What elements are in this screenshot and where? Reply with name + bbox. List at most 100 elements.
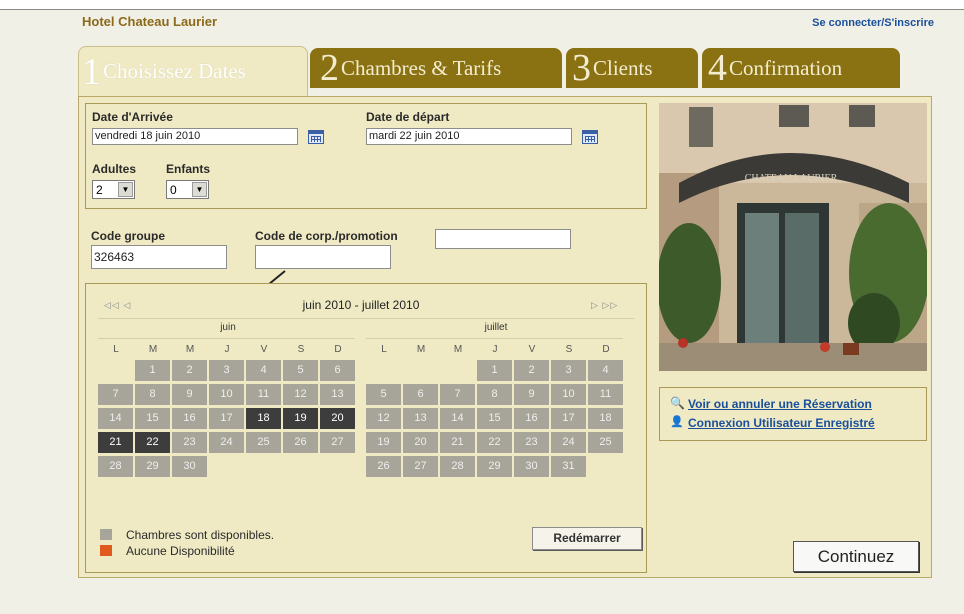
weekday-header: M [416,344,426,355]
calendar-day[interactable]: 4 [246,360,281,381]
tab-confirmation[interactable]: 4 Confirmation [702,48,900,88]
calendar-day[interactable]: 9 [514,384,549,405]
calendar-day[interactable]: 17 [551,408,586,429]
corp-code-label: Code de corp./promotion [255,229,398,243]
magnifier-icon: 🔍 [670,396,685,410]
calendar-day[interactable]: 17 [209,408,244,429]
calendar-day[interactable]: 21 [98,432,133,453]
calendar-day[interactable]: 3 [551,360,586,381]
top-strip [0,0,964,10]
calendar-day[interactable]: 8 [477,384,512,405]
calendar-day[interactable]: 3 [209,360,244,381]
calendar-day[interactable]: 10 [551,384,586,405]
children-select[interactable]: 0 ▼ [166,180,209,199]
calendar-day[interactable]: 5 [283,360,318,381]
calendar-day[interactable]: 26 [283,432,318,453]
calendar-day[interactable]: 31 [551,456,586,477]
calendar-day[interactable]: 24 [551,432,586,453]
calendar-day[interactable]: 25 [246,432,281,453]
calendar-day[interactable]: 5 [366,384,401,405]
arrival-date-field[interactable]: vendredi 18 juin 2010 [92,128,298,145]
tab-rooms-rates[interactable]: 2 Chambres & Tarifs [310,48,562,88]
tab-choose-dates[interactable]: 1 Choisissez Dates [78,46,308,96]
calendar-day[interactable]: 29 [135,456,170,477]
weekday-header: M [453,344,463,355]
arrival-label: Date d'Arrivée [92,110,173,124]
calendar-day[interactable]: 15 [135,408,170,429]
calendar-day[interactable]: 23 [514,432,549,453]
calendar-day[interactable]: 12 [283,384,318,405]
calendar-day[interactable]: 20 [403,432,438,453]
calendar-day[interactable]: 23 [172,432,207,453]
calendar-next-nav[interactable]: ▷ ▷▷ [591,300,618,311]
calendar-day[interactable]: 26 [366,456,401,477]
weekday-header: V [260,344,268,355]
calendar-day[interactable]: 7 [440,384,475,405]
departure-date-field[interactable]: mardi 22 juin 2010 [366,128,572,145]
calendar-day[interactable]: 22 [477,432,512,453]
user-icon: 👤 [670,416,684,428]
calendar-day[interactable]: 2 [514,360,549,381]
calendar-day[interactable]: 13 [320,384,355,405]
calendar-day[interactable]: 9 [172,384,207,405]
calendar-day[interactable]: 12 [366,408,401,429]
calendar-day[interactable]: 13 [403,408,438,429]
month-name: juin [220,322,236,333]
calendar-day[interactable]: 30 [514,456,549,477]
calendar-day[interactable]: 19 [366,432,401,453]
calendar-day[interactable]: 16 [172,408,207,429]
calendar-day[interactable]: 4 [588,360,623,381]
calendar-day[interactable]: 30 [172,456,207,477]
calendar-prev-nav[interactable]: ◁◁ ◁ [104,300,131,311]
restart-button[interactable]: Redémarrer [532,527,642,550]
view-cancel-reservation-link[interactable]: Voir ou annuler une Réservation [688,397,872,411]
calendar-day[interactable]: 18 [588,408,623,429]
weekday-header: J [492,344,498,355]
chevron-down-icon: ▼ [118,182,133,197]
calendar-day[interactable]: 11 [246,384,281,405]
calendar-day[interactable]: 2 [172,360,207,381]
continue-button[interactable]: Continuez [793,541,919,572]
calendar-section: ◁◁ ◁ juin 2010 - juillet 2010 ▷ ▷▷ Chamb… [85,283,647,573]
calendar-day[interactable]: 7 [98,384,133,405]
calendar-day[interactable]: 14 [98,408,133,429]
weekday-header: L [113,344,119,355]
calendar-day[interactable]: 8 [135,384,170,405]
weekday-header: L [381,344,387,355]
promo-code-input[interactable] [435,229,571,249]
calendar-day[interactable]: 27 [403,456,438,477]
calendar-day[interactable]: 28 [98,456,133,477]
tab-number: 3 [572,48,591,88]
calendar-day[interactable]: 11 [588,384,623,405]
calendar-day[interactable]: 29 [477,456,512,477]
calendar-day[interactable]: 24 [209,432,244,453]
calendar-icon[interactable] [308,130,324,144]
calendar-day[interactable]: 6 [403,384,438,405]
calendar-day[interactable]: 6 [320,360,355,381]
calendar-day[interactable]: 21 [440,432,475,453]
calendar-day[interactable]: 16 [514,408,549,429]
calendar-day[interactable]: 18 [246,408,281,429]
calendar-day[interactable]: 1 [135,360,170,381]
calendar-day[interactable]: 10 [209,384,244,405]
calendar-range-title: juin 2010 - juillet 2010 [302,298,420,312]
calendar-day[interactable]: 15 [477,408,512,429]
calendar-day[interactable]: 1 [477,360,512,381]
legend-available-text: Chambres sont disponibles. [126,528,275,542]
calendar-day[interactable]: 22 [135,432,170,453]
calendar-day[interactable]: 25 [588,432,623,453]
registered-user-login-link[interactable]: Connexion Utilisateur Enregistré [688,416,875,430]
calendar-day[interactable]: 27 [320,432,355,453]
calendar-day[interactable]: 19 [283,408,318,429]
calendar-icon[interactable] [582,130,598,144]
tab-clients[interactable]: 3 Clients [566,48,698,88]
tab-number: 4 [708,48,727,88]
calendar-day[interactable]: 20 [320,408,355,429]
tab-number: 1 [82,50,101,93]
weekday-header: S [565,344,573,355]
login-link[interactable]: Se connecter/S'inscrire [812,17,934,29]
tab-label: Confirmation [729,55,843,80]
calendar-day[interactable]: 14 [440,408,475,429]
adults-select[interactable]: 2 ▼ [92,180,135,199]
calendar-day[interactable]: 28 [440,456,475,477]
